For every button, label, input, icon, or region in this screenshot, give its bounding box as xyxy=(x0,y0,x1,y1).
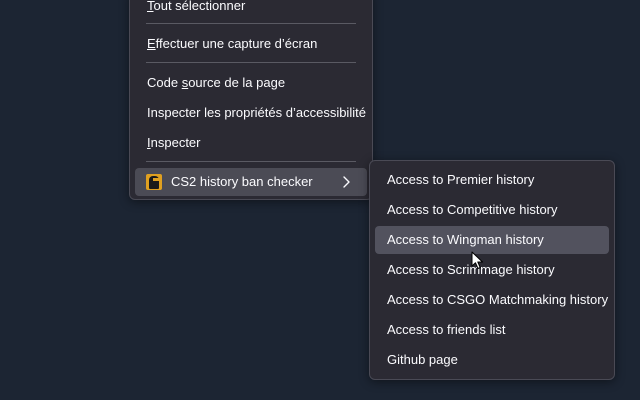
submenu-item-wingman-history[interactable]: Access to Wingman history xyxy=(375,226,609,254)
submenu-item-friends-list[interactable]: Access to friends list xyxy=(375,316,609,344)
chevron-right-icon xyxy=(343,176,350,188)
menu-item-cs2-extension[interactable]: CS2 history ban checker xyxy=(135,168,367,196)
cs2-extension-label: CS2 history ban checker xyxy=(171,174,313,189)
submenu-item-scrimmage-history[interactable]: Access to Scrimmage history xyxy=(375,256,609,284)
menu-separator xyxy=(146,62,356,63)
extension-submenu: Access to Premier history Access to Comp… xyxy=(369,160,615,380)
menu-item-inspect[interactable]: Inspecter xyxy=(135,129,367,157)
menu-item-view-source[interactable]: Code source de la page xyxy=(135,69,367,97)
cs2-extension-icon xyxy=(146,174,162,190)
submenu-item-premier-history[interactable]: Access to Premier history xyxy=(375,166,609,194)
context-menu: Tout sélectionner Effectuer une capture … xyxy=(129,0,373,200)
submenu-item-competitive-history[interactable]: Access to Competitive history xyxy=(375,196,609,224)
menu-separator xyxy=(146,161,356,162)
submenu-item-csgo-matchmaking-history[interactable]: Access to CSGO Matchmaking history xyxy=(375,286,609,314)
menu-separator xyxy=(146,23,356,24)
menu-item-screenshot[interactable]: Effectuer une capture d’écran xyxy=(135,30,367,58)
mouse-cursor-icon xyxy=(471,251,483,269)
menu-item-select-all[interactable]: Tout sélectionner xyxy=(135,0,367,20)
menu-item-inspect-accessibility[interactable]: Inspecter les propriétés d’accessibilité xyxy=(135,99,367,127)
submenu-item-github-page[interactable]: Github page xyxy=(375,346,609,374)
